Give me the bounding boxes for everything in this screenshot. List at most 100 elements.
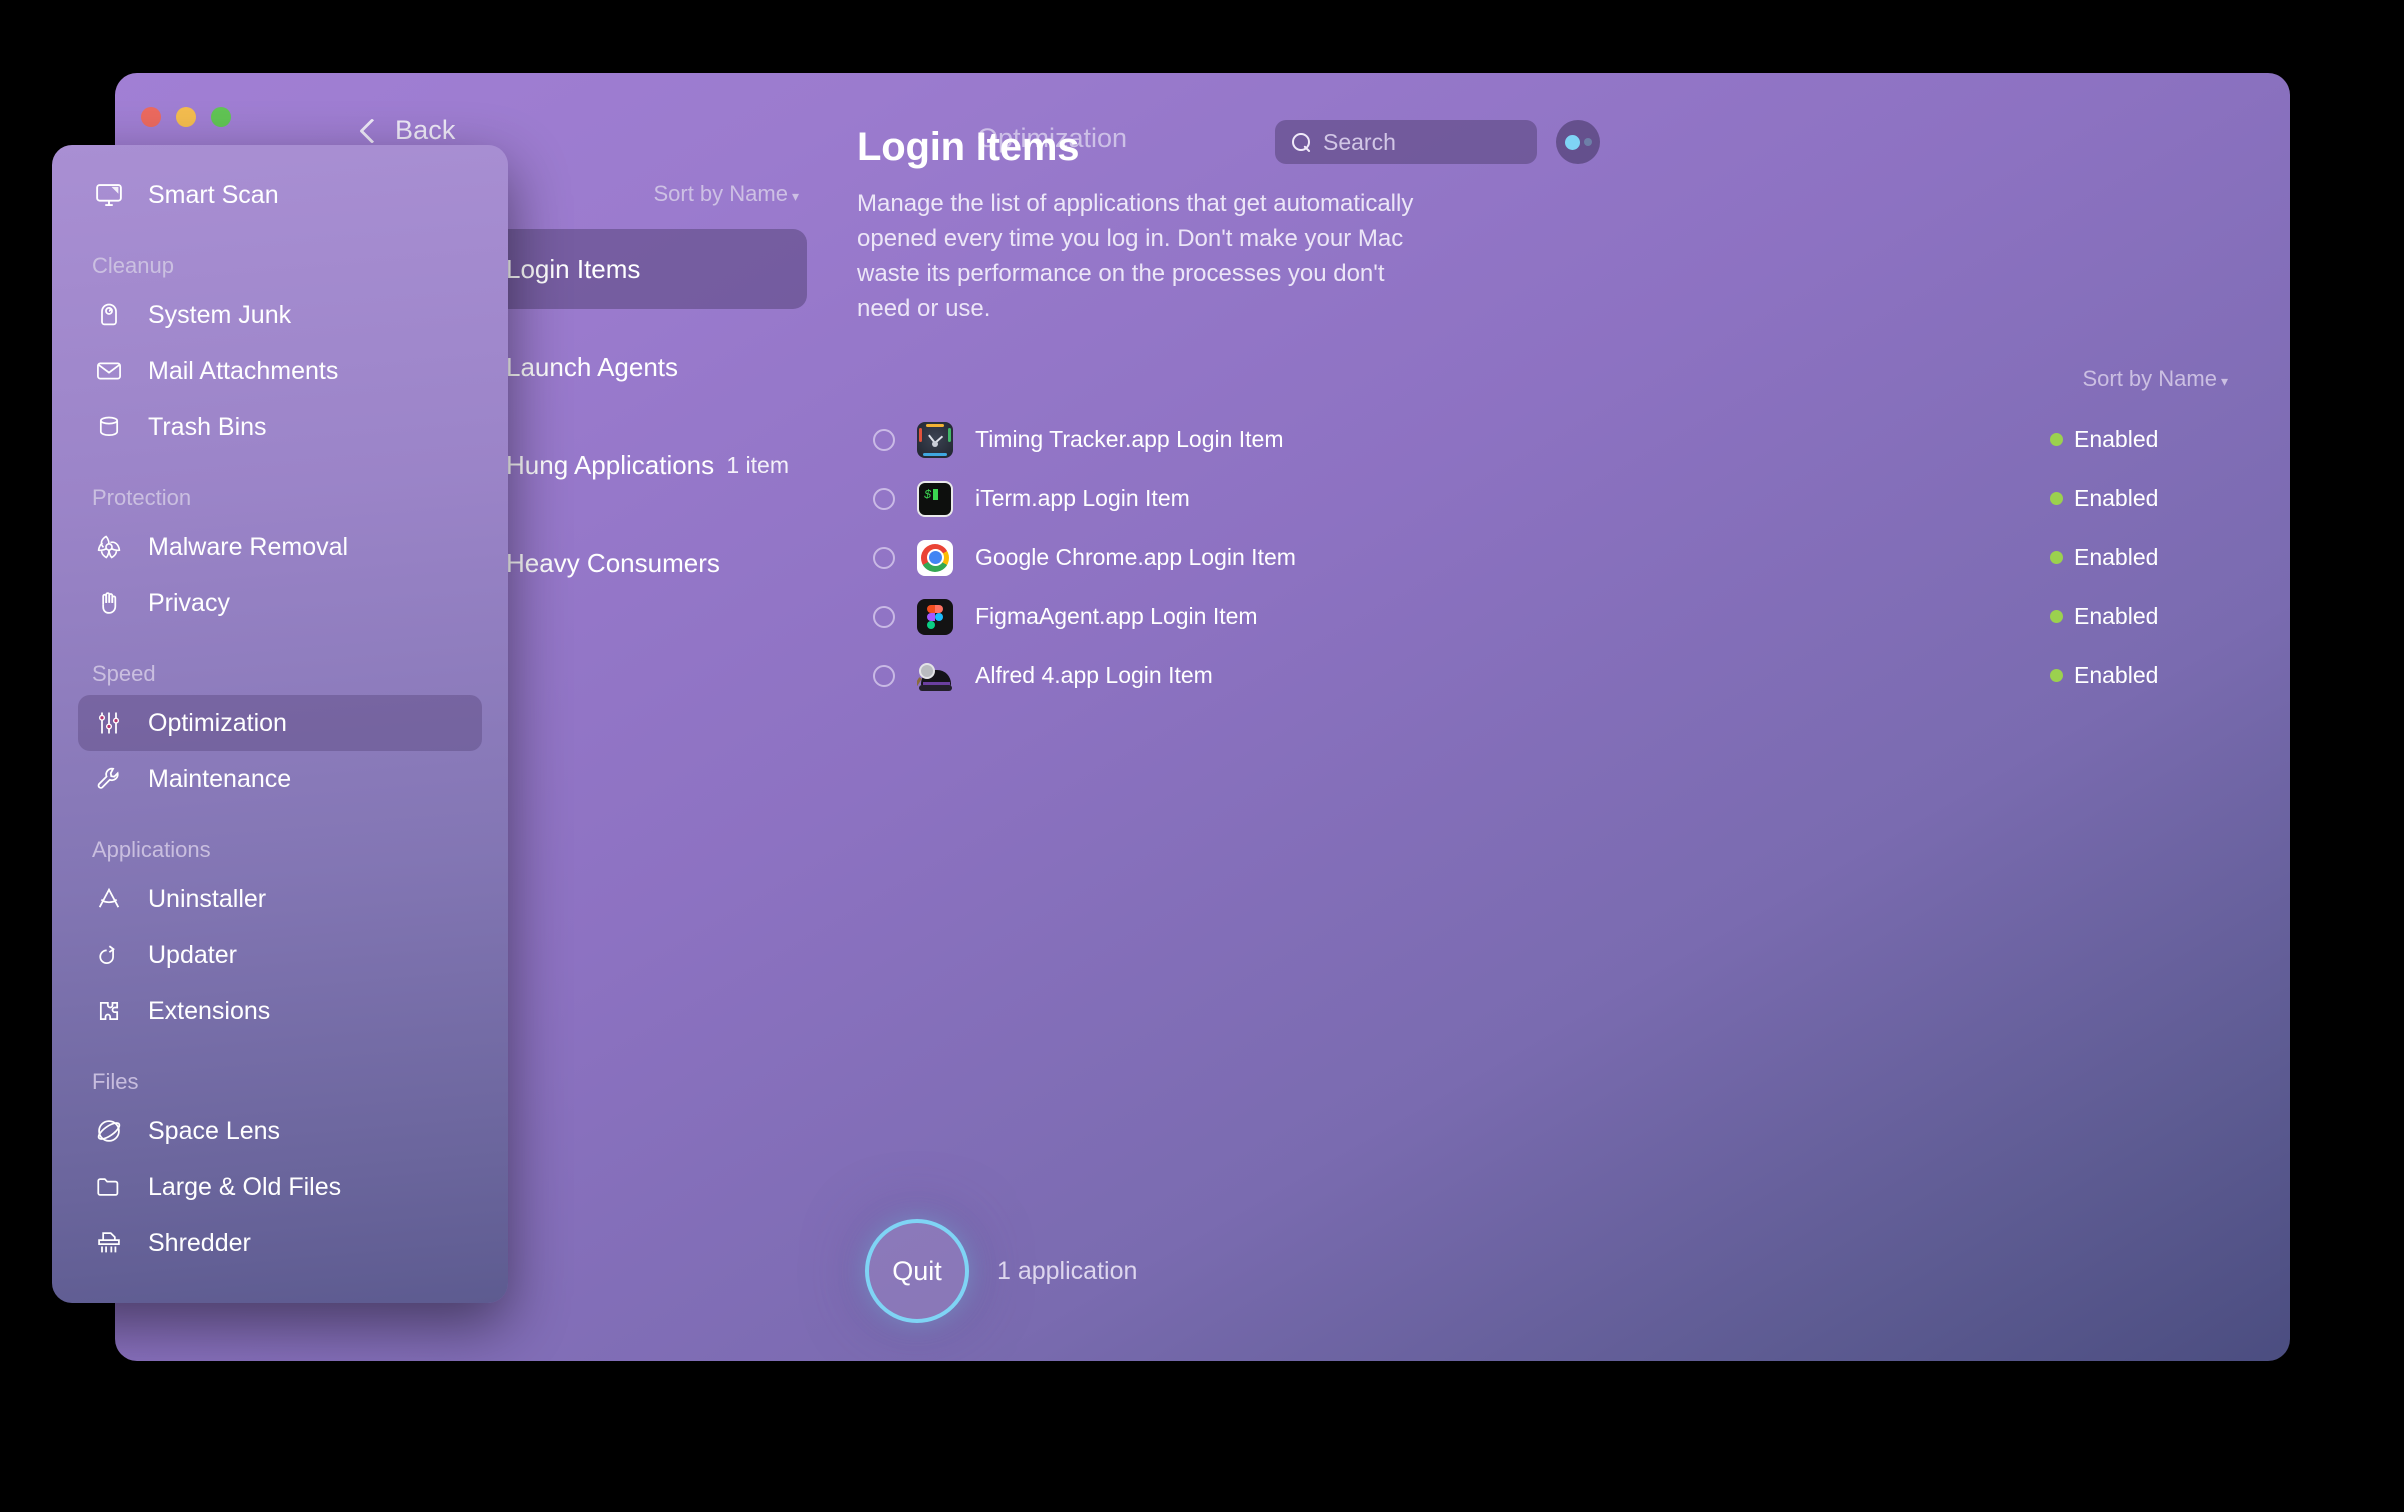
sidebar-item-trash-bins[interactable]: Trash Bins [78,399,482,455]
login-item-row[interactable]: Timing Tracker.app Login Item Enabled [857,410,2230,469]
module-label: Hung Applications [506,449,715,480]
screen: Back Optimization Search Sort by Name▾ [0,0,2404,1512]
back-label: Back [395,115,456,145]
sidebar-item-label: Smart Scan [148,180,279,209]
sidebar-item-large-old-files[interactable]: Large & Old Files [78,1159,482,1215]
chevron-down-icon: ▾ [791,188,799,204]
module-label: Launch Agents [506,351,679,382]
detail-sort-label: Sort by Name [2082,366,2217,392]
sidebar-item-space-lens[interactable]: Space Lens [78,1103,482,1159]
login-item-checkbox[interactable] [873,664,895,687]
detail-panel: Login Items Manage the list of applicati… [857,125,2230,705]
page-description: Manage the list of applications that get… [857,190,1414,323]
minimize-button[interactable] [176,107,196,127]
sidebar-item-label: Large & Old Files [148,1172,342,1201]
status-label: Enabled [2074,485,2159,512]
sidebar-item-extensions[interactable]: Extensions [78,983,482,1039]
shredder-icon [92,1226,126,1260]
sidebar-item-label: Trash Bins [148,412,267,441]
space-lens-icon [92,1114,126,1148]
status-dot-icon [2050,551,2063,565]
sidebar-item-updater[interactable]: Updater [78,927,482,983]
sidebar-item-privacy[interactable]: Privacy [78,575,482,631]
status-badge: Enabled [2050,662,2230,689]
login-item-row[interactable]: FigmaAgent.app Login Item Enabled [857,587,2230,646]
sidebar-item-label: Uninstaller [148,884,267,913]
uninstaller-icon [92,882,126,916]
sliders-icon [92,706,126,740]
biohazard-icon [92,530,126,564]
hand-icon [92,586,126,620]
status-label: Enabled [2074,544,2159,571]
quit-button[interactable]: Quit [865,1219,969,1323]
module-sort-button[interactable]: Sort by Name ▾ [653,181,799,207]
chevron-left-icon [359,117,385,144]
sidebar-item-label: Mail Attachments [148,356,339,385]
wrench-icon [92,762,126,796]
login-item-name: Google Chrome.app Login Item [975,544,1296,571]
sidebar-item-label: Extensions [148,996,271,1025]
system-junk-icon [92,298,126,332]
iterm-app-icon: $ [917,480,953,517]
zoom-button[interactable] [211,107,231,127]
sidebar-item-shredder[interactable]: Shredder [78,1215,482,1271]
status-badge: Enabled [2050,544,2230,571]
sidebar-item-maintenance[interactable]: Maintenance [78,751,482,807]
sidebar-item-smart-scan[interactable]: Smart Scan [78,167,482,223]
status-dot-icon [2050,610,2063,624]
figma-app-icon [917,598,953,635]
login-item-row[interactable]: Alfred 4.app Login Item Enabled [857,646,2230,705]
status-label: Enabled [2074,426,2159,453]
login-item-name: iTerm.app Login Item [975,485,1190,512]
updater-icon [92,938,126,972]
alfred-app-icon [917,658,953,694]
status-badge: Enabled [2050,485,2230,512]
status-dot-icon [2050,669,2063,683]
login-item-checkbox[interactable] [873,546,895,569]
module-count: 1 item [726,451,789,478]
login-item-checkbox[interactable] [873,428,895,451]
login-item-name: FigmaAgent.app Login Item [975,603,1258,630]
chevron-down-icon: ▾ [2220,373,2228,390]
trash-icon [92,410,126,444]
sidebar-item-mail-attachments[interactable]: Mail Attachments [78,343,482,399]
smart-scan-icon [92,178,126,212]
sidebar-item-malware-removal[interactable]: Malware Removal [78,519,482,575]
chrome-app-icon [917,539,953,576]
detail-sort-button[interactable]: Sort by Name ▾ [2082,366,2228,392]
sidebar-section-speed: Speed [92,661,156,686]
mail-icon [92,354,126,388]
sidebar-item-optimization[interactable]: Optimization [78,695,482,751]
folder-icon [92,1170,126,1204]
sidebar-item-system-junk[interactable]: System Junk [78,287,482,343]
login-item-row[interactable]: $ iTerm.app Login Item Enabled [857,469,2230,528]
sidebar-section-applications: Applications [92,837,211,862]
status-dot-icon [2050,433,2063,447]
sidebar-item-label: Malware Removal [148,532,349,561]
sidebar-item-label: Maintenance [148,764,292,793]
sidebar-item-label: Optimization [148,708,287,737]
login-item-checkbox[interactable] [873,487,895,510]
sidebar-item-label: Updater [148,940,237,969]
status-dot-icon [2050,492,2063,506]
quit-area: Quit 1 application [865,1219,1137,1323]
sidebar-section-files: Files [92,1069,139,1094]
page-title: Login Items [857,125,1080,169]
timing-app-icon [917,421,953,458]
sidebar-section-cleanup: Cleanup [92,253,174,278]
login-item-checkbox[interactable] [873,605,895,628]
detail-sort-row: Sort by Name ▾ [857,366,2230,392]
sidebar-item-label: Space Lens [148,1116,281,1145]
login-item-row[interactable]: Google Chrome.app Login Item Enabled [857,528,2230,587]
login-item-name: Timing Tracker.app Login Item [975,426,1284,453]
module-label: Login Items [506,253,641,284]
module-label: Heavy Consumers [506,547,720,578]
login-items-list: Timing Tracker.app Login Item Enabled $ … [857,410,2230,705]
sidebar-section-protection: Protection [92,485,192,510]
sidebar-item-label: Privacy [148,588,230,617]
sidebar-item-uninstaller[interactable]: Uninstaller [78,871,482,927]
selection-count: 1 application [997,1256,1138,1285]
puzzle-icon [92,994,126,1028]
close-button[interactable] [141,107,161,127]
back-button[interactable]: Back [359,115,456,146]
